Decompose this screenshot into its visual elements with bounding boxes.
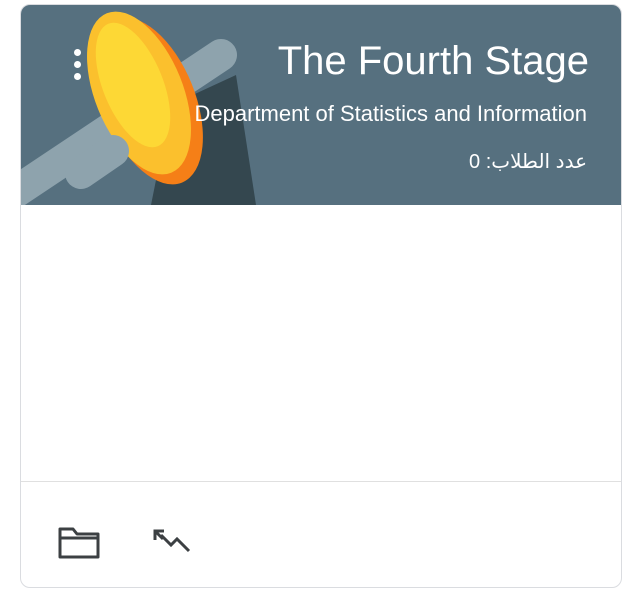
more-vert-icon-dot <box>74 61 81 68</box>
class-section[interactable]: Department of Statistics and Information <box>133 101 587 127</box>
folder-icon <box>58 527 100 559</box>
class-card-body[interactable] <box>21 205 621 481</box>
class-card[interactable]: The Fourth Stage Department of Statistic… <box>20 4 622 588</box>
gradebook-button[interactable] <box>149 518 197 566</box>
more-options-button[interactable] <box>71 49 85 83</box>
trending-down-icon <box>153 529 191 553</box>
class-card-header[interactable]: The Fourth Stage Department of Statistic… <box>21 5 621 205</box>
more-vert-icon-dot <box>74 73 81 80</box>
student-count: عدد الطلاب: 0 <box>469 151 587 173</box>
class-card-footer <box>21 481 621 587</box>
more-vert-icon <box>74 49 81 56</box>
open-folder-button[interactable] <box>55 518 103 566</box>
class-title[interactable]: The Fourth Stage <box>278 39 589 84</box>
